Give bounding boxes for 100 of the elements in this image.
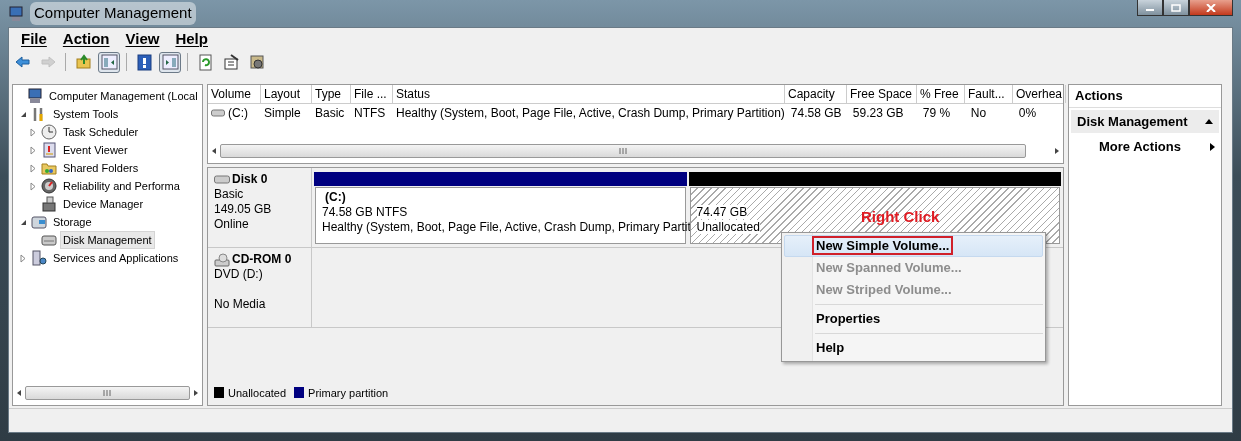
disk-label[interactable]: CD-ROM 0 DVD (D:) No Media [208,248,312,327]
table-cell-text: Healthy (System, Boot, Page File, Active, Crash Dump, Primary Partition) [396,105,785,122]
table-cell-text: 79 % [922,105,951,122]
expand-arrow-icon[interactable] [30,163,36,173]
close-button[interactable] [1189,0,1233,16]
tree-item[interactable]: Services and Applications [50,248,182,268]
tree-item[interactable]: Reliability and Performa [60,176,183,196]
log-icon [41,142,57,158]
action-label: More Actions [1099,138,1181,156]
disk-label[interactable]: Disk 0 Basic 149.05 GB Online [208,168,312,247]
actions-title: Actions [1069,85,1221,108]
section-label: Disk Management [1077,112,1188,131]
column-header[interactable]: % Free [917,85,965,103]
collapse-arrow-icon[interactable] [19,110,27,118]
expand-arrow-icon[interactable] [20,253,26,263]
disk-info: DVD (D:) [214,267,263,281]
menu-item[interactable]: Properties [784,308,1043,330]
services-icon [31,250,47,266]
computer-icon [27,88,43,104]
table-cell-text: 74.58 GB [790,105,842,122]
grip-icon [103,390,112,396]
scroll-left-icon[interactable] [15,389,23,397]
maximize-icon [1171,3,1181,12]
tree-item[interactable]: Storage [50,212,95,232]
expand-arrow-icon[interactable] [30,181,36,191]
disk-name: CD-ROM 0 [232,252,292,267]
pane-icon[interactable] [100,53,118,71]
menu-item[interactable]: File [15,27,53,51]
refresh-icon[interactable] [196,53,214,71]
tree-item[interactable]: Computer Management (Local [46,86,201,106]
expand-arrow-icon[interactable] [30,127,36,137]
table-cell-text: No [970,105,987,122]
column-header[interactable]: Capacity [785,85,847,103]
action-item[interactable]: More Actions [1069,135,1221,159]
grip-icon [618,148,628,154]
help-book-icon[interactable] [135,53,153,71]
tree-item[interactable]: Event Viewer [60,140,131,160]
storage-icon [31,214,47,230]
column-header[interactable]: Layout [261,85,312,103]
collapse-arrow-icon[interactable] [19,218,27,226]
column-header[interactable]: Fault... [965,85,1013,103]
disk-name: Disk 0 [232,172,268,187]
annotation-text: Right Click [861,207,940,227]
menu-item[interactable]: Help [784,337,1043,359]
computer-icon [8,5,24,22]
properties-icon[interactable] [222,53,240,71]
table-cell-text: Simple [264,105,301,122]
clock-icon [41,124,57,140]
settings-icon[interactable] [248,53,266,71]
column-header[interactable]: Status [393,85,785,103]
menu-item[interactable]: Help [169,27,214,51]
folder-up-icon[interactable] [74,53,92,71]
back-arrow-icon[interactable] [13,53,31,71]
close-icon [1206,3,1216,12]
disk-info: Basic [214,187,244,201]
table-cell-text: 59.23 GB [852,105,904,122]
menu-item[interactable]: Action [56,27,116,51]
table-cell-text: NTFS [354,105,386,122]
column-header[interactable]: Volume [208,85,261,103]
menu-item[interactable]: View [119,27,166,51]
scroll-right-icon[interactable] [192,389,200,397]
device-icon [41,196,57,212]
scroll-right-icon[interactable] [1053,147,1061,155]
disk-info: Online [214,217,249,231]
table-cell-text: 0% [1018,105,1037,122]
column-header[interactable]: Type [312,85,351,103]
partition-info: 74.47 GB [696,205,748,219]
cd-drive-icon [214,252,230,267]
column-header[interactable]: Overhea [1013,85,1067,103]
drive-icon [211,108,225,118]
table-cell-text: Basic [315,105,345,122]
folder-icon [41,160,57,176]
disk-info: No Media [214,297,266,311]
partition-name: (C:) [324,190,347,205]
column-header[interactable]: Free Space [847,85,917,103]
legend-label: Unallocated [228,385,287,401]
table-cell-text: (C:) [228,105,248,122]
pane-icon[interactable] [161,53,179,71]
maximize-button[interactable] [1163,0,1189,16]
column-header[interactable]: File ... [351,85,393,103]
tree-item[interactable]: Task Scheduler [60,122,142,142]
gauge-icon [41,178,57,194]
tree-item[interactable]: System Tools [50,104,122,124]
menu-item[interactable]: New Simple Volume... [784,235,1043,257]
expand-arrow-icon[interactable] [30,145,36,155]
scrollbar-thumb[interactable] [25,386,190,400]
disk-info: 149.05 GB [214,202,272,216]
partition-info: 74.58 GB NTFS [322,205,408,219]
disk-drive-icon [214,174,230,185]
partition-info: Unallocated [696,220,760,234]
disk-drive-icon [41,232,57,248]
scroll-left-icon[interactable] [210,147,218,155]
legend-label: Primary partition [308,385,389,401]
tree-item[interactable]: Disk Management [60,230,155,250]
window-title: Computer Management [30,2,196,25]
actions-section[interactable]: Disk Management [1071,109,1219,133]
minimize-button[interactable] [1137,0,1163,16]
tree-item[interactable]: Device Manager [60,194,147,214]
tree-item[interactable]: Shared Folders [60,158,142,178]
scrollbar-thumb[interactable] [220,144,1026,158]
